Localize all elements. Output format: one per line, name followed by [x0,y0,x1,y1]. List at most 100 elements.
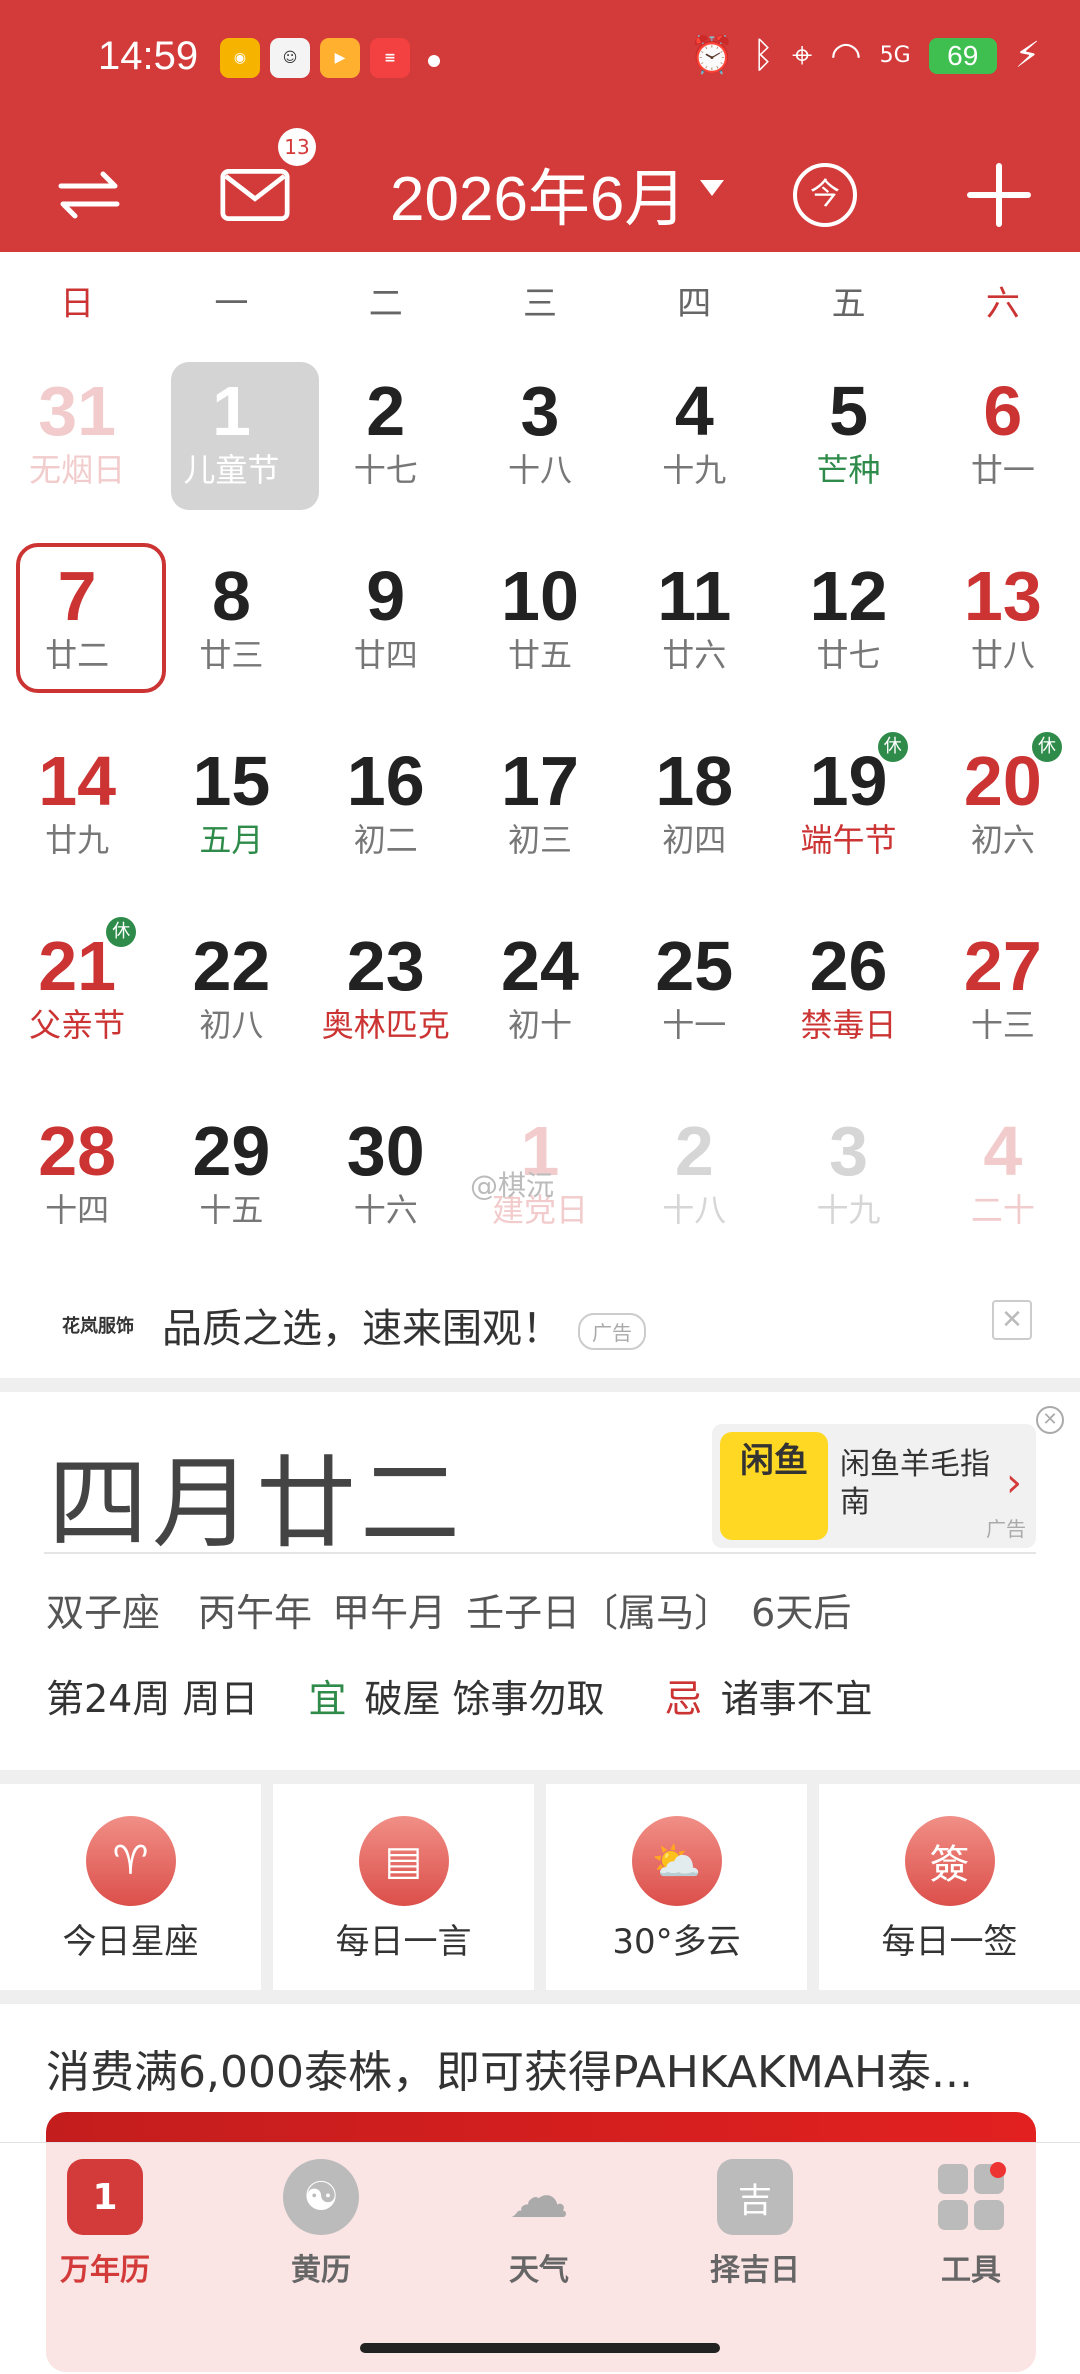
month-dropdown-icon[interactable] [700,180,724,196]
lunar-label: 初四 [662,821,727,859]
tile-daily-lot[interactable]: 簽 每日一签 [819,1784,1080,1990]
grid-icon [933,2159,1009,2235]
day-cell[interactable]: 29 十五 [154,1094,308,1279]
day-cell[interactable]: 2 十七 [309,354,463,539]
tab-almanac[interactable]: ☯ 黄历 [246,2159,396,2289]
day-cell[interactable]: 10 廿五 [463,539,617,724]
tile-label: 今日星座 [62,1922,199,1962]
tab-weather[interactable]: ☁ 天气 [464,2159,614,2289]
day-cell[interactable]: 4 二十 [926,1094,1080,1279]
day-number: 14 [38,742,117,820]
day-cell[interactable]: 19 端午节休 [771,724,925,909]
day-cell[interactable]: 24 初十 [463,909,617,1094]
plus-icon [967,163,1031,227]
tab-tools[interactable]: 工具 [896,2159,1046,2289]
tile-label: 每日一签 [881,1922,1018,1962]
day-cell[interactable]: 18 初四 [617,724,771,909]
charging-icon: ⚡ [1014,35,1040,76]
lunar-label: 十九 [816,1191,881,1229]
day-cell[interactable]: 4 十九 [617,354,771,539]
day-cell[interactable]: 13 廿八 [926,539,1080,724]
close-side-ad-button[interactable]: ✕ [1036,1406,1064,1434]
day-cell[interactable]: 26 禁毒日 [771,909,925,1094]
messages-button[interactable] [220,160,290,230]
ad-text-row: 品质之选，速来围观！ 广告 [162,1296,646,1354]
day-cell[interactable]: 3 十九 [771,1094,925,1279]
tab-label: 工具 [941,2253,1001,2288]
day-cell[interactable]: 23 奥林匹克 [309,909,463,1094]
lunar-date[interactable]: 四月廿二 [48,1422,464,1567]
ad-brand: 花岚服饰 [62,1316,134,1337]
weekday-mon: 一 [214,284,249,324]
weekday-tue: 二 [368,284,403,324]
notification-icons: ◉ ☺ ▶ ≡ [220,38,410,78]
day-cell[interactable]: 17 初三 [463,724,617,909]
tab-label: 黄历 [291,2253,351,2288]
yi-ji-line[interactable]: 第24周 周日 宜破屋 馀事勿取 忌诸事不宜 [46,1668,873,1723]
lunar-label: 廿六 [662,636,727,674]
lunar-label: 奥林匹克 [321,1006,450,1044]
lunar-label: 十七 [353,451,418,489]
day-cell[interactable]: 12 廿七 [771,539,925,724]
day-number: 28 [38,1112,117,1190]
weekday-wed: 三 [522,284,557,324]
today-icon: 今 [793,163,857,227]
lunar-label: 廿七 [816,636,881,674]
day-cell[interactable]: 20 初六休 [926,724,1080,909]
day-cell[interactable]: 31 无烟日 [0,354,154,539]
lunar-label: 初六 [970,821,1035,859]
day-number: 31 [38,372,117,450]
today-button[interactable]: 今 [790,160,860,230]
day-cell[interactable]: 1 儿童节 [154,354,320,539]
day-number: 18 [655,742,734,820]
lunar-label: 端午节 [800,821,897,859]
weekday-header: 日 一 二 三 四 五 六 [0,274,1080,334]
ad-tag: 广告 [578,1312,646,1350]
lunar-label: 十四 [45,1191,110,1229]
day-cell[interactable]: 6 廿一 [926,354,1080,539]
day-cell[interactable]: 14 廿九 [0,724,154,909]
day-number: 15 [192,742,271,820]
day-number: 24 [501,927,579,1005]
day-cell[interactable]: 21 父亲节休 [0,909,154,1094]
day-cell[interactable]: 8 廿三 [154,539,308,724]
aries-icon: ♈ [85,1816,176,1906]
tab-calendar[interactable]: 1 万年历 [30,2159,180,2289]
day-cell[interactable]: 7 廿二 [0,539,166,724]
day-cell[interactable]: 11 廿六 [617,539,771,724]
day-cell[interactable]: 27 十三 [926,909,1080,1094]
video-app-icon: ▶ [320,38,360,78]
tile-horoscope[interactable]: ♈ 今日星座 [0,1784,261,1990]
partly-cloudy-icon: ⛅ [631,1816,722,1906]
day-cell[interactable]: 28 十四 [0,1094,154,1279]
day-cell[interactable]: 30 十六 [309,1094,463,1279]
side-ad[interactable]: 闲鱼 闲鱼羊毛指南 › 广告 [712,1424,1036,1548]
day-cell[interactable]: 22 初八 [154,909,308,1094]
location-icon: ⌖ [791,35,813,76]
lunar-label: 廿一 [970,451,1035,489]
day-cell[interactable]: 5 芒种 [771,354,925,539]
day-cell[interactable]: 25 十一 [617,909,771,1094]
tile-weather[interactable]: ⛅ 30°多云 [546,1784,807,1990]
tile-daily-quote[interactable]: ▤ 每日一言 [273,1784,534,1990]
day-number: 27 [963,927,1042,1005]
switch-button[interactable] [54,160,124,230]
day-cell[interactable]: 16 初二 [309,724,463,909]
lunar-label: 十九 [662,451,727,489]
day-number: 26 [809,927,888,1005]
day-cell[interactable]: 15 五月 [154,724,308,909]
add-button[interactable] [964,160,1034,230]
quote-icon: ▤ [358,1816,449,1906]
home-indicator[interactable] [360,2343,720,2353]
ganzhi-line: 双子座 丙午年 甲午月 壬子日〔属马〕 6天后 [46,1591,852,1635]
tab-auspicious-day[interactable]: 吉 择吉日 [680,2159,830,2289]
day-cell[interactable]: 9 廿四 [309,539,463,724]
day-cell[interactable]: 3 十八 [463,354,617,539]
month-title[interactable]: 2026年6月 [390,148,686,238]
weekday-thu: 四 [677,284,712,324]
lunar-label: 禁毒日 [800,1006,897,1044]
banner-ad[interactable]: 花岚服饰 品质之选，速来围观！ 广告 ✕ [0,1274,1080,1378]
day-cell[interactable]: 2 十八 [617,1094,771,1279]
close-ad-button[interactable]: ✕ [992,1300,1032,1340]
day-grid: 31 无烟日 1 儿童节 2 十七 3 十八 4 十九 5 芒种 6 廿一 7 廿二 8 廿三 9 廿四 10 廿五 11 廿… [0,354,1080,1279]
